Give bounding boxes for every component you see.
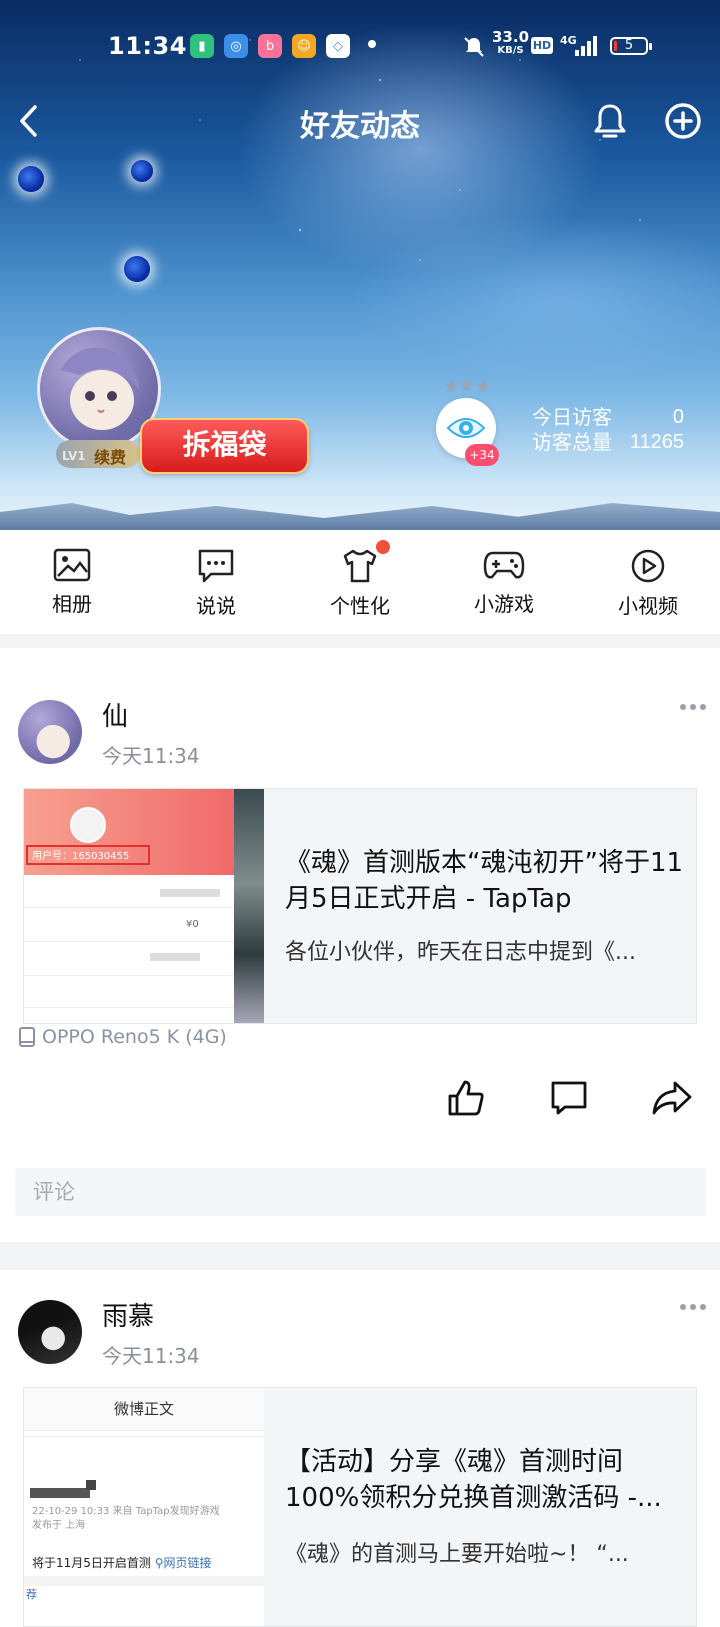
- cloud-app-icon: ◇: [326, 34, 350, 58]
- lucky-bag-button[interactable]: 拆福袋: [140, 418, 309, 474]
- more-options-button[interactable]: [680, 1304, 706, 1312]
- shared-link-card[interactable]: 微博正文 22-10-29 10:33 来自 TapTap发现好游戏 发布于 上…: [23, 1387, 697, 1627]
- comment-input[interactable]: 评论: [15, 1168, 706, 1216]
- bilibili-icon: b: [258, 34, 282, 58]
- device-name: OPPO Reno5 K (4G): [42, 1026, 227, 1048]
- notification-dot-icon: [368, 40, 376, 48]
- toolbar-item-label: 相册: [52, 592, 92, 616]
- share-button[interactable]: [650, 1076, 694, 1120]
- browser-icon: ◎: [224, 34, 248, 58]
- vip-level-badge[interactable]: LV1 续费: [56, 440, 140, 468]
- feature-toolbar: 相册 说说 个性化 小游戏 小视频: [0, 530, 720, 634]
- thumbs-up-icon: [448, 1080, 484, 1116]
- today-visitors-label: 今日访客: [532, 405, 612, 429]
- post-time: 今天11:34: [102, 1344, 200, 1368]
- toolbar-item-album[interactable]: 相册: [0, 530, 144, 634]
- comment-button[interactable]: [547, 1076, 591, 1120]
- thumb-text: 将于11月5日开启首测: [32, 1556, 151, 1570]
- comment-bubble-icon: [551, 1081, 587, 1115]
- post-author-avatar[interactable]: [18, 700, 82, 764]
- feed-post: 雨慕 今天11:34 微博正文 22-10-29 10:33 来自 TapTap…: [0, 1270, 720, 1627]
- toolbar-item-label: 小视频: [618, 594, 678, 618]
- thumb-link: ⚲网页链接: [154, 1556, 212, 1570]
- status-time: 11:34: [108, 32, 187, 60]
- share-arrow-icon: [652, 1081, 692, 1115]
- more-options-button[interactable]: [680, 704, 706, 712]
- renew-label: 续费: [94, 448, 127, 467]
- status-bar: 11:34 ▮ ◎ b ☺ ◇ 33.0 KB/S HD 4G 5: [0, 30, 720, 66]
- post-time: 今天11:34: [102, 744, 200, 768]
- add-circle-icon: [665, 103, 701, 139]
- feed-post: 仙 今天11:34 用户号：165030455 ¥0 《魂》首测版本“魂沌初开”…: [0, 648, 720, 1228]
- net-speed: 33.0 KB/S: [492, 28, 530, 57]
- visitor-count-badge: +34: [465, 444, 499, 466]
- thumb-location: 发布于 上海: [32, 1520, 86, 1531]
- like-button[interactable]: [444, 1076, 488, 1120]
- thumb-meta: 22-10-29 10:33 来自 TapTap发现好游戏: [32, 1506, 220, 1517]
- gamepad-icon: [483, 551, 525, 579]
- toolbar-item-shortvideo[interactable]: 小视频: [576, 530, 720, 634]
- level-label: LV1: [62, 449, 86, 463]
- thumb-user-id: 用户号：165030455: [26, 845, 150, 865]
- shared-link-card[interactable]: 用户号：165030455 ¥0 《魂》首测版本“魂沌初开”将于11月5日正式开…: [23, 788, 697, 1024]
- new-indicator-dot: [376, 540, 390, 554]
- section-divider: [0, 1242, 720, 1270]
- notifications-button[interactable]: [590, 101, 630, 141]
- bell-icon: [594, 104, 626, 138]
- game-app-icon: ☺: [292, 34, 316, 58]
- post-author-name[interactable]: 雨慕: [102, 1296, 154, 1333]
- link-thumbnail: 用户号：165030455 ¥0: [24, 789, 264, 1023]
- chat-icon: [198, 549, 234, 583]
- toolbar-item-personalize[interactable]: 个性化: [288, 530, 432, 634]
- toolbar-item-label: 个性化: [330, 594, 390, 618]
- toolbar-item-minigame[interactable]: 小游戏: [432, 530, 576, 634]
- orb-decoration: [18, 166, 44, 192]
- video-icon: [631, 549, 665, 583]
- toolbar-item-shuoshuo[interactable]: 说说: [144, 530, 288, 634]
- battery-indicator: 5: [610, 37, 652, 55]
- eye-icon: [446, 418, 486, 438]
- toolbar-item-label: 小游戏: [474, 592, 534, 616]
- link-description: 《魂》的首测马上要开始啦~！ “...: [285, 1542, 629, 1567]
- post-actions: [0, 1076, 720, 1120]
- orb-decoration: [124, 256, 150, 282]
- shirt-icon: [343, 549, 377, 583]
- nav-bar: 好友动态: [0, 95, 720, 145]
- profile-cover: 11:34 ▮ ◎ b ☺ ◇ 33.0 KB/S HD 4G 5 好友动态 L…: [0, 0, 720, 530]
- thumb-price: ¥0: [186, 919, 199, 930]
- total-visitors-label: 访客总量: [532, 430, 612, 454]
- link-description: 各位小伙伴，昨天在日志中提到《...: [285, 940, 636, 965]
- add-button[interactable]: [663, 101, 703, 141]
- section-divider: [0, 634, 720, 648]
- toolbar-item-label: 说说: [196, 594, 236, 618]
- today-visitors-value: 0: [672, 406, 684, 428]
- mute-bell-icon: [464, 37, 484, 57]
- phone-icon: [19, 1027, 35, 1047]
- signal-icon: [575, 36, 597, 56]
- stars-decoration-icon: [444, 378, 490, 392]
- link-title: 【活动】分享《魂》首测时间100%领积分兑换首测激活码 -...: [285, 1447, 662, 1513]
- visitor-stats[interactable]: 今日访客 0 访客总量 11265: [532, 405, 684, 455]
- post-author-name[interactable]: 仙: [102, 696, 128, 733]
- battery-saver-icon: ▮: [190, 34, 214, 58]
- hd-badge: HD: [531, 37, 553, 54]
- post-device: OPPO Reno5 K (4G): [18, 1026, 227, 1048]
- album-icon: [53, 548, 91, 582]
- post-author-avatar[interactable]: [18, 1300, 82, 1364]
- orb-decoration: [131, 160, 153, 182]
- net-speed-unit: KB/S: [497, 45, 524, 56]
- link-title: 《魂》首测版本“魂沌初开”将于11月5日正式开启 - TapTap: [285, 848, 684, 914]
- total-visitors-value: 11265: [629, 431, 684, 453]
- link-thumbnail: 微博正文 22-10-29 10:33 来自 TapTap发现好游戏 发布于 上…: [24, 1388, 264, 1626]
- thumb-header: 微博正文: [24, 1388, 264, 1431]
